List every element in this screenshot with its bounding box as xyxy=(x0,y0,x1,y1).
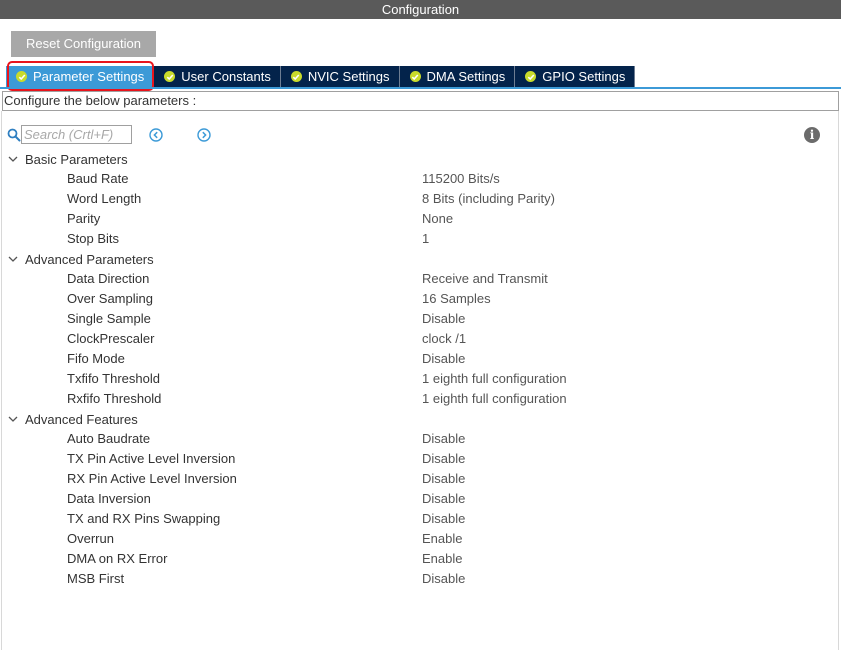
parameter-value[interactable]: clock /1 xyxy=(422,329,466,349)
parameter-row[interactable]: Auto Baudrate Disable xyxy=(0,429,841,449)
parameter-name: Fifo Mode xyxy=(67,351,125,366)
parameter-value[interactable]: Disable xyxy=(422,429,465,449)
parameter-row[interactable]: Baud Rate 115200 Bits/s xyxy=(0,169,841,189)
tab-label: User Constants xyxy=(181,69,271,84)
parameter-name: TX Pin Active Level Inversion xyxy=(67,451,236,466)
tab-label: NVIC Settings xyxy=(307,69,390,84)
parameter-row[interactable]: MSB First Disable xyxy=(0,569,841,589)
parameter-value[interactable]: Disable xyxy=(422,489,465,509)
parameter-name: Rxfifo Threshold xyxy=(67,391,162,406)
tab-bar: Parameter Settings User Constants NVIC Set… xyxy=(6,66,636,87)
chevron-down-icon[interactable] xyxy=(7,153,19,165)
parameter-value[interactable]: Disable xyxy=(422,569,465,589)
parameter-value[interactable]: 1 eighth full configuration xyxy=(422,389,567,409)
chevron-down-icon[interactable] xyxy=(7,253,19,265)
parameter-value[interactable]: Disable xyxy=(422,449,465,469)
parameter-value[interactable]: Enable xyxy=(422,529,462,549)
check-circle-icon xyxy=(525,71,537,82)
parameter-name: Baud Rate xyxy=(67,171,129,186)
group-label: Advanced Parameters xyxy=(25,251,154,267)
parameter-value[interactable]: Disable xyxy=(422,349,465,369)
tab-label: Parameter Settings xyxy=(33,69,145,84)
parameter-name: ClockPrescaler xyxy=(67,331,155,346)
parameter-row[interactable]: TX and RX Pins Swapping Disable xyxy=(0,509,841,529)
parameter-row[interactable]: Txfifo Threshold 1 eighth full configurat… xyxy=(0,369,841,389)
group-row[interactable]: Advanced Features xyxy=(0,409,841,429)
tab-user-constants[interactable]: User Constants xyxy=(154,66,281,87)
group-row[interactable]: Advanced Parameters xyxy=(0,249,841,269)
search-input[interactable] xyxy=(21,125,132,144)
parameter-name: Auto Baudrate xyxy=(67,431,151,446)
parameter-row[interactable]: Stop Bits 1 xyxy=(0,229,841,249)
parameter-name: Data Inversion xyxy=(67,491,151,506)
parameter-value[interactable]: 8 Bits (including Parity) xyxy=(422,189,555,209)
parameter-row[interactable]: Over Sampling 16 Samples xyxy=(0,289,841,309)
parameter-value[interactable]: 115200 Bits/s xyxy=(422,169,500,189)
reset-configuration-button[interactable]: Reset Configuration xyxy=(11,31,156,57)
parameter-value[interactable]: 1 xyxy=(422,229,429,249)
parameter-name: Overrun xyxy=(67,531,114,546)
group-label: Advanced Features xyxy=(25,411,138,427)
parameter-name: RX Pin Active Level Inversion xyxy=(67,471,237,486)
configure-info-field: Configure the below parameters : xyxy=(2,91,839,111)
check-circle-icon xyxy=(16,71,27,82)
parameter-value[interactable]: Enable xyxy=(422,549,462,569)
tab-label: DMA Settings xyxy=(426,69,506,84)
parameter-name: TX and RX Pins Swapping xyxy=(67,511,221,526)
parameter-row[interactable]: Single Sample Disable xyxy=(0,309,841,329)
parameter-row[interactable]: Parity None xyxy=(0,209,841,229)
group-label: Basic Parameters xyxy=(25,151,128,167)
parameter-name: Stop Bits xyxy=(67,231,120,246)
parameter-name: DMA on RX Error xyxy=(67,551,168,566)
tab-dma-settings[interactable]: DMA Settings xyxy=(399,66,516,87)
parameter-row[interactable]: TX Pin Active Level Inversion Disable xyxy=(0,449,841,469)
tab-parameter-settings[interactable]: Parameter Settings xyxy=(6,66,155,87)
parameter-row[interactable]: Word Length 8 Bits (including Parity) xyxy=(0,189,841,209)
parameter-name: Single Sample xyxy=(67,311,151,326)
parameter-row[interactable]: Rxfifo Threshold 1 eighth full configurat… xyxy=(0,389,841,409)
window-title: Configuration xyxy=(0,0,841,19)
group-row[interactable]: Basic Parameters xyxy=(0,149,841,169)
parameter-row[interactable]: ClockPrescaler clock /1 xyxy=(0,329,841,349)
parameter-row[interactable]: Data Direction Receive and Transmit xyxy=(0,269,841,289)
parameter-value[interactable]: 1 eighth full configuration xyxy=(422,369,567,389)
parameter-value[interactable]: None xyxy=(422,209,453,229)
parameter-name: Parity xyxy=(67,211,101,226)
info-icon[interactable]: i xyxy=(804,127,820,143)
left-arrow-circle-icon[interactable] xyxy=(149,128,163,142)
parameter-value[interactable]: Disable xyxy=(422,309,465,329)
parameter-row[interactable]: DMA on RX Error Enable xyxy=(0,549,841,569)
tab-gpio-settings[interactable]: GPIO Settings xyxy=(515,66,636,87)
parameter-row[interactable]: RX Pin Active Level Inversion Disable xyxy=(0,469,841,489)
parameter-value[interactable]: Disable xyxy=(422,469,465,489)
tab-nvic-settings[interactable]: NVIC Settings xyxy=(280,66,400,87)
chevron-down-icon[interactable] xyxy=(7,413,19,425)
parameter-value[interactable]: Disable xyxy=(422,509,465,529)
parameter-name: Word Length xyxy=(67,191,142,206)
parameter-name: MSB First xyxy=(67,571,125,586)
tab-underline xyxy=(0,87,841,89)
check-circle-icon xyxy=(290,71,302,82)
parameter-name: Over Sampling xyxy=(67,291,153,306)
check-circle-icon xyxy=(409,71,421,82)
parameter-name: Data Direction xyxy=(67,271,150,286)
parameter-row[interactable]: Data Inversion Disable xyxy=(0,489,841,509)
parameter-tree: Basic Parameters Baud Rate 115200 Bits/s Wo… xyxy=(0,149,841,589)
right-arrow-circle-icon[interactable] xyxy=(197,128,211,142)
tab-label: GPIO Settings xyxy=(542,69,626,84)
parameter-row[interactable]: Fifo Mode Disable xyxy=(0,349,841,369)
search-icon[interactable] xyxy=(7,128,21,142)
check-circle-icon xyxy=(164,71,176,82)
parameter-name: Txfifo Threshold xyxy=(67,371,160,386)
parameter-row[interactable]: Overrun Enable xyxy=(0,529,841,549)
parameter-value[interactable]: Receive and Transmit xyxy=(422,269,548,289)
parameter-value[interactable]: 16 Samples xyxy=(422,289,491,309)
